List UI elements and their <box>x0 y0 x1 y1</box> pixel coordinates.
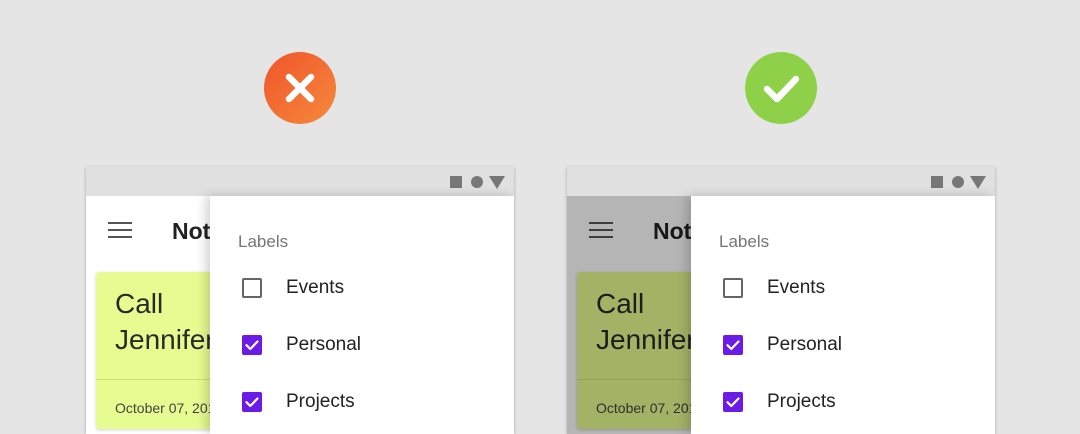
checkbox-checked-icon[interactable] <box>723 335 743 355</box>
recent-apps-icon <box>931 176 943 188</box>
checkbox-checked-icon[interactable] <box>242 335 262 355</box>
do-example-screen: Notes Call Jennifer October 07, 2017 Lab… <box>567 167 995 434</box>
checkbox-checked-icon[interactable] <box>242 392 262 412</box>
home-icon <box>952 176 964 188</box>
checkbox-unchecked-icon[interactable] <box>723 278 743 298</box>
label-text: Personal <box>286 334 361 355</box>
dont-example-screen: Notes Call Jennifer October 07, 2017 Lab… <box>86 167 514 434</box>
status-bar <box>86 167 514 196</box>
label-text: Events <box>286 277 345 298</box>
drawer-heading: Labels <box>238 232 289 251</box>
back-icon <box>970 176 986 189</box>
home-icon <box>471 176 483 188</box>
recent-apps-icon <box>450 176 462 188</box>
checkbox-checked-icon[interactable] <box>723 392 743 412</box>
label-text: Projects <box>286 391 355 412</box>
do-badge <box>745 52 817 124</box>
labels-drawer: Labels Events Personal Projects <box>210 196 514 434</box>
note-date: October 07, 2017 <box>115 400 224 416</box>
note-title: Call Jennifer <box>115 288 215 355</box>
drawer-heading: Labels <box>719 232 770 251</box>
dont-badge <box>264 52 336 124</box>
status-bar <box>567 167 995 196</box>
back-icon <box>489 176 505 189</box>
label-text: Projects <box>767 391 836 412</box>
check-icon <box>763 75 800 103</box>
checkbox-unchecked-icon[interactable] <box>242 278 262 298</box>
menu-icon[interactable] <box>108 222 132 240</box>
labels-drawer: Labels Events Personal Projects <box>691 196 995 434</box>
close-icon <box>285 73 315 103</box>
label-text: Personal <box>767 334 842 355</box>
label-text: Events <box>767 277 826 298</box>
